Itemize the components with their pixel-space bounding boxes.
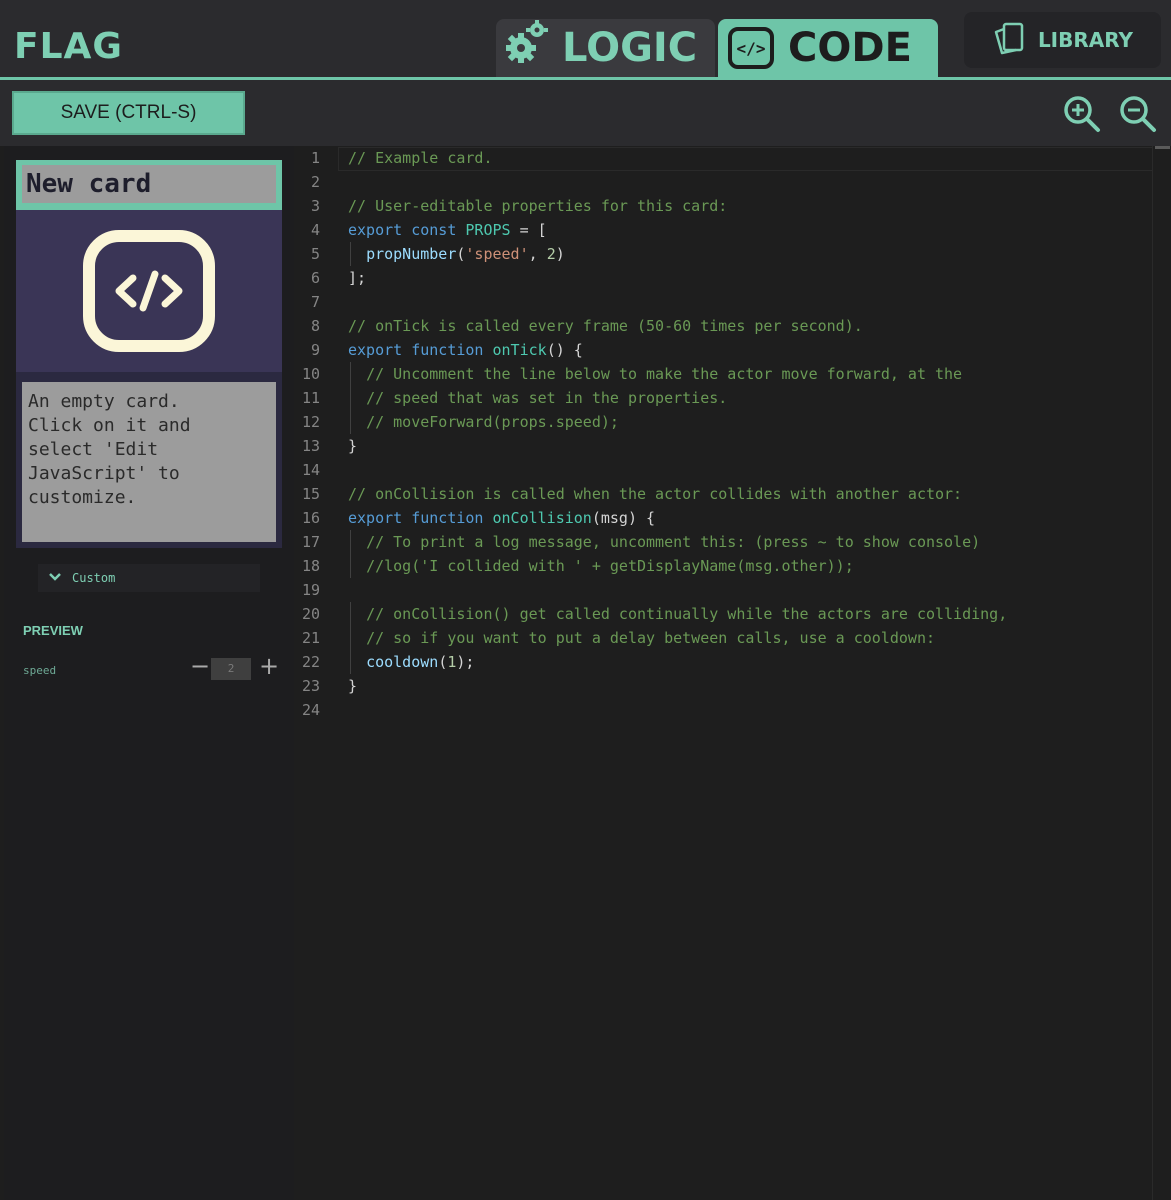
- line-number: 8: [310, 317, 320, 335]
- code-line[interactable]: export const PROPS = [: [348, 218, 547, 242]
- increment-button[interactable]: +: [259, 654, 279, 678]
- code-line[interactable]: // onCollision() get called continually …: [348, 602, 1007, 626]
- code-line[interactable]: // onTick is called every frame (50-60 t…: [348, 314, 863, 338]
- tab-logic[interactable]: LOGIC: [496, 19, 715, 77]
- code-icon: [83, 230, 215, 352]
- code-line[interactable]: // To print a log message, uncomment thi…: [348, 530, 980, 554]
- line-number: 1: [310, 149, 320, 167]
- indent-guide: [350, 530, 351, 554]
- card-title-input[interactable]: New card: [22, 165, 276, 203]
- indent-guide: [350, 626, 351, 650]
- line-number: 19: [301, 581, 320, 599]
- line-number: 2: [310, 173, 320, 191]
- category-label: Custom: [72, 571, 116, 585]
- code-editor[interactable]: 1 2 3 4 5 6 7 8 9 10 11 12 13 14 15 16 17 18 19 20 21 22 23 24 …: [294, 146, 1171, 1200]
- save-button[interactable]: SAVE (CTRL-S): [12, 91, 245, 135]
- indent-guide: [350, 410, 351, 434]
- line-number: 21: [301, 629, 320, 647]
- line-number: 3: [310, 197, 320, 215]
- line-number: 23: [301, 677, 320, 695]
- app-title: FLAG: [14, 26, 123, 67]
- line-number: 16: [301, 509, 320, 527]
- code-line[interactable]: // speed that was set in the properties.: [348, 386, 727, 410]
- indent-guide: [350, 554, 351, 578]
- indent-guide: [350, 650, 351, 674]
- line-number: 5: [310, 245, 320, 263]
- card-description: An empty card. Click on it and select 'E…: [22, 382, 276, 542]
- library-button[interactable]: LIBRARY: [964, 12, 1161, 68]
- code-line[interactable]: export function onTick() {: [348, 338, 583, 362]
- line-number: 7: [310, 293, 320, 311]
- code-line[interactable]: }: [348, 434, 357, 458]
- chevron-down-icon: [48, 571, 62, 585]
- line-number: 22: [301, 653, 320, 671]
- line-number: 13: [301, 437, 320, 455]
- code-line[interactable]: //log('I collided with ' + getDisplayNam…: [348, 554, 854, 578]
- preview-heading: PREVIEW: [23, 623, 83, 638]
- speed-input[interactable]: 2: [211, 658, 251, 680]
- code-line[interactable]: // User-editable properties for this car…: [348, 194, 727, 218]
- card[interactable]: New card An empty card. Click on it and …: [16, 160, 282, 548]
- card-panel: New card An empty card. Click on it and …: [4, 146, 294, 1200]
- code-line[interactable]: cooldown(1);: [348, 650, 474, 674]
- line-number: 12: [301, 413, 320, 431]
- line-number: 24: [301, 701, 320, 719]
- code-line[interactable]: // onCollision is called when the actor …: [348, 482, 962, 506]
- line-number-gutter: 1 2 3 4 5 6 7 8 9 10 11 12 13 14 15 16 17 18 19 20 21 22 23 24: [294, 146, 338, 1200]
- tab-logic-label: LOGIC: [562, 25, 698, 71]
- code-line[interactable]: // moveForward(props.speed);: [348, 410, 619, 434]
- code-text-area[interactable]: // Example card. // User-editable propert…: [338, 146, 1153, 1200]
- line-number: 11: [301, 389, 320, 407]
- tab-code-label: CODE: [788, 25, 912, 71]
- category-dropdown[interactable]: Custom: [38, 564, 260, 592]
- line-number: 6: [310, 269, 320, 287]
- cards-icon: [992, 21, 1028, 60]
- indent-guide: [350, 386, 351, 410]
- tab-code[interactable]: </> CODE: [718, 19, 938, 77]
- indent-guide: [350, 362, 351, 386]
- code-icon: </>: [728, 27, 774, 69]
- prop-speed-label: speed: [23, 664, 57, 677]
- code-line[interactable]: // Uncomment the line below to make the …: [348, 362, 962, 386]
- indent-guide: [350, 242, 351, 266]
- top-bar: FLAG LOGIC </> CODE LIBRARY: [0, 0, 1171, 80]
- code-line[interactable]: propNumber('speed', 2): [348, 242, 565, 266]
- line-number: 9: [310, 341, 320, 359]
- scrollbar-thumb[interactable]: [1155, 146, 1170, 149]
- zoom-in-icon[interactable]: [1062, 94, 1102, 134]
- line-number: 15: [301, 485, 320, 503]
- code-line[interactable]: export function onCollision(msg) {: [348, 506, 655, 530]
- vertical-scrollbar[interactable]: [1152, 146, 1171, 1200]
- line-number: 4: [310, 221, 320, 239]
- card-title-frame: New card: [16, 160, 282, 210]
- line-number: 20: [301, 605, 320, 623]
- line-number: 14: [301, 461, 320, 479]
- code-line[interactable]: // Example card.: [348, 146, 493, 170]
- indent-guide: [350, 602, 351, 626]
- line-number: 10: [301, 365, 320, 383]
- toolbar: SAVE (CTRL-S): [0, 80, 1171, 146]
- code-line[interactable]: ];: [348, 266, 366, 290]
- library-label: LIBRARY: [1037, 28, 1134, 52]
- code-line[interactable]: }: [348, 674, 357, 698]
- line-number: 17: [301, 533, 320, 551]
- zoom-out-icon[interactable]: [1118, 94, 1158, 134]
- decrement-button[interactable]: −: [190, 654, 210, 678]
- gears-icon: [504, 20, 548, 76]
- line-number: 18: [301, 557, 320, 575]
- card-art: [16, 210, 282, 372]
- code-line[interactable]: // so if you want to put a delay between…: [348, 626, 935, 650]
